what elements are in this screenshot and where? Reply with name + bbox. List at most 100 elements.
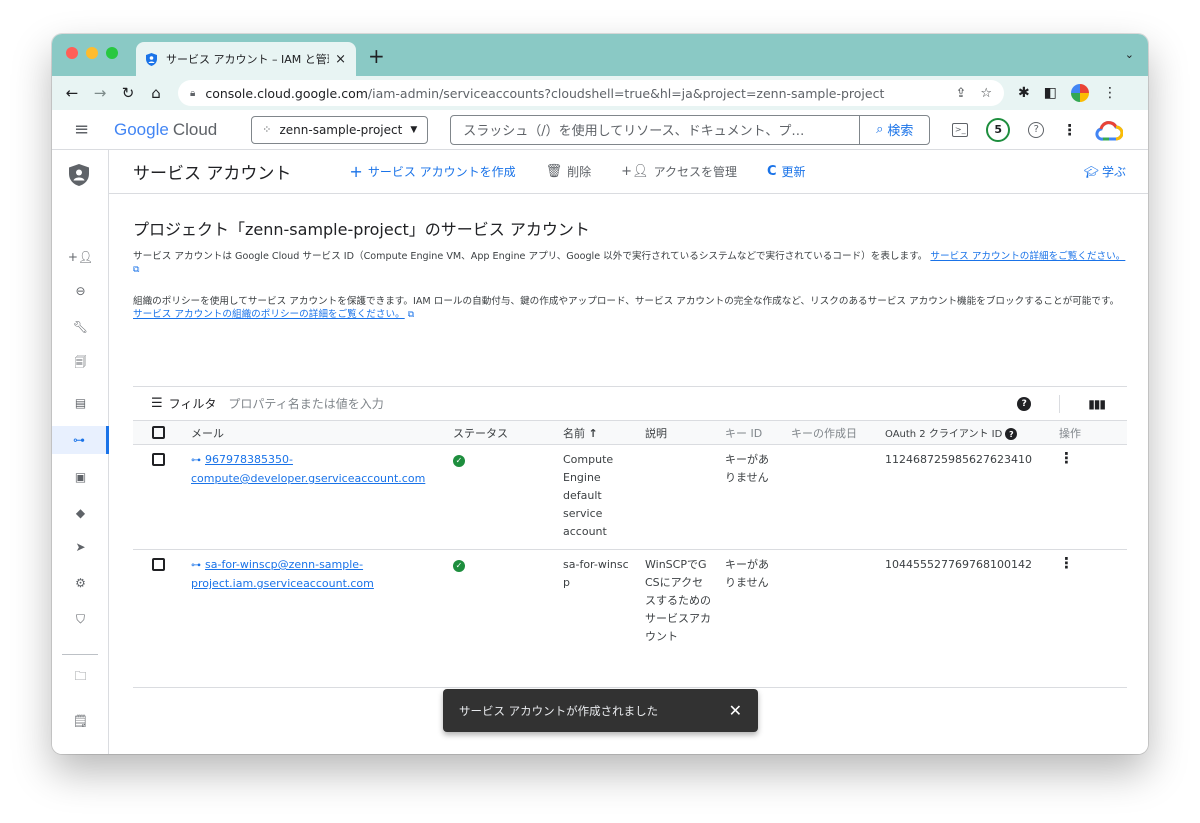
description-cell: WinSCPでGCSにアクセスするためのサービスアカウント (639, 549, 719, 688)
reload-button[interactable]: ↻ (118, 84, 138, 102)
row-actions-menu-icon[interactable]: ⋮ (1059, 449, 1074, 467)
status-cell: ✓ (447, 549, 557, 688)
project-selector[interactable]: ⁘ zenn-sample-project ▼ (251, 115, 429, 144)
delete-button[interactable]: 🗑︎ 削除 (546, 163, 592, 180)
tab-close-button[interactable]: × (335, 52, 346, 67)
email-link[interactable]: sa-for-winscp@zenn-sample-project.iam.gs… (191, 558, 374, 590)
share-icon[interactable]: ⇪ (955, 86, 966, 101)
nav-identity-icon[interactable]: ⊖ (52, 280, 109, 302)
google-cloud-logo[interactable]: Google Cloud (114, 120, 217, 140)
key-id-cell: キーがありません (719, 444, 785, 550)
email-link[interactable]: 967978385350- compute@developer.gservicea… (191, 453, 425, 485)
iam-shield-icon[interactable] (69, 164, 89, 186)
select-all-checkbox[interactable] (152, 425, 165, 439)
nav-iam-add-person-icon[interactable]: +👤︎ (52, 246, 109, 268)
column-display-icon[interactable]: ▮▮▮ (1088, 397, 1106, 411)
project-name: zenn-sample-project (279, 122, 403, 137)
org-policy-link[interactable]: サービス アカウントの組織のポリシーの詳細をご覧ください。 (133, 309, 405, 320)
nav-tag-icon[interactable]: ◆ (52, 502, 109, 524)
filter-help-icon[interactable]: ? (1017, 396, 1032, 411)
create-service-account-button[interactable]: + サービス アカウントを作成 (349, 162, 515, 181)
nav-service-accounts-icon[interactable]: ⊶ (52, 426, 109, 454)
toast-close-icon[interactable]: ✕ (729, 701, 742, 720)
back-button[interactable]: ← (62, 84, 82, 102)
nav-security-shield-icon[interactable]: ⛉ (52, 608, 109, 630)
filter-input[interactable]: プロパティ名または値を入力 (228, 395, 383, 412)
browser-toolbar: ← → ↻ ⌂ 🔒︎ console.cloud.google.com/iam-… (52, 76, 1148, 110)
search-box[interactable]: スラッシュ（/）を使用してリソース、ドキュメント、プ… ⌕ 検索 (450, 114, 931, 145)
close-window-button[interactable] (66, 47, 78, 59)
learn-button[interactable]: 🎓︎ 学ぶ (1084, 163, 1126, 180)
nav-card-icon[interactable]: ▣ (52, 466, 109, 488)
bookmark-star-icon[interactable]: ☆ (980, 86, 992, 101)
search-input[interactable]: スラッシュ（/）を使用してリソース、ドキュメント、プ… (451, 120, 859, 139)
nav-label-icon[interactable]: ➤ (52, 536, 109, 558)
help-icon[interactable]: ? (1028, 121, 1045, 138)
table-header-row: メール ステータス 名前 ↑ 説明 キー ID キーの作成日 OAuth 2 ク… (133, 420, 1127, 445)
col-name-label: 名前 (563, 426, 585, 440)
search-button[interactable]: ⌕ 検索 (859, 115, 929, 144)
nav-release-notes-icon[interactable]: 🗒 (52, 710, 109, 732)
oauth-help-icon[interactable]: ? (1005, 428, 1018, 440)
col-oauth-id[interactable]: OAuth 2 クライアント ID? (879, 420, 1053, 445)
col-description[interactable]: 説明 (639, 420, 719, 445)
browser-menu-icon[interactable]: ⋮ (1103, 85, 1117, 101)
google-cloud-icon[interactable] (1095, 120, 1124, 141)
profile-avatar[interactable] (1070, 84, 1089, 102)
nav-list-icon[interactable]: ▤ (52, 392, 109, 414)
learn-service-accounts-link[interactable]: サービス アカウントの詳細をご覧ください。 (930, 251, 1125, 262)
description-cell (639, 444, 719, 550)
col-email[interactable]: メール (185, 420, 447, 445)
nav-divider (62, 654, 98, 655)
filter-bar[interactable]: ☰ フィルタ プロパティ名または値を入力 ? ▮▮▮ (133, 386, 1127, 420)
extensions-puzzle-icon[interactable]: ✱ (1018, 85, 1030, 101)
create-label: サービス アカウントを作成 (367, 165, 516, 179)
cloud-shell-icon[interactable]: >_ (952, 122, 969, 137)
main-content: サービス アカウント + サービス アカウントを作成 🗑︎ 削除 +👤︎ アクセスを管… (109, 150, 1148, 754)
col-key-created[interactable]: キーの作成日 (785, 420, 879, 445)
school-cap-icon: 🎓︎ (1083, 164, 1099, 179)
row-select-cell (133, 444, 185, 550)
notifications-badge[interactable]: 5 (986, 117, 1011, 142)
row-checkbox[interactable] (152, 453, 165, 466)
key-id-cell: キーがありません (719, 549, 785, 688)
manage-access-button[interactable]: +👤︎ アクセスを管理 (621, 163, 737, 180)
check-circle-icon: ✓ (453, 455, 465, 467)
more-menu-icon[interactable]: ⋮ (1062, 121, 1077, 139)
service-accounts-table: メール ステータス 名前 ↑ 説明 キー ID キーの作成日 OAuth 2 ク… (133, 420, 1127, 688)
col-key-id[interactable]: キー ID (719, 420, 785, 445)
nav-policy-icon[interactable]: 🗐 (52, 352, 109, 374)
col-status[interactable]: ステータス (447, 420, 557, 445)
new-tab-button[interactable]: + (368, 46, 385, 66)
table-row: ⊶ 967978385350- compute@developer.gservice… (133, 444, 1127, 550)
browser-tab-active[interactable]: サービス アカウント – IAM と管理 × (136, 42, 356, 76)
oauth-id-cell: 104455527769768100142 (879, 549, 1053, 688)
browser-window: サービス アカウント – IAM と管理 × + ⌄ ← → ↻ ⌂ 🔒︎ co… (52, 34, 1148, 754)
name-cell: sa-for-winscp (557, 549, 639, 688)
nav-settings-gear-icon[interactable]: ⚙ (52, 572, 109, 594)
col-name[interactable]: 名前 ↑ (557, 420, 639, 445)
row-actions-menu-icon[interactable]: ⋮ (1059, 554, 1074, 572)
nav-wrench-icon[interactable]: 🔧︎ (52, 316, 109, 338)
logo-cloud: Cloud (172, 119, 218, 139)
action-bar: サービス アカウント + サービス アカウントを作成 🗑︎ 削除 +👤︎ アクセスを管… (109, 150, 1148, 194)
shield-icon (146, 52, 158, 66)
key-created-cell (785, 549, 879, 688)
maximize-window-button[interactable] (106, 47, 118, 59)
delete-label: 削除 (567, 165, 592, 179)
filter-icon: ☰ (151, 396, 163, 411)
hamburger-menu-icon[interactable]: ≡ (74, 119, 94, 140)
row-checkbox[interactable] (152, 558, 165, 571)
sidepanel-icon[interactable]: ◧ (1044, 85, 1057, 101)
lock-icon: 🔒︎ (190, 87, 196, 99)
address-bar[interactable]: 🔒︎ console.cloud.google.com/iam-admin/se… (178, 80, 1004, 106)
home-button[interactable]: ⌂ (146, 84, 166, 102)
nav-folder-settings-icon[interactable]: 🗀 (52, 666, 109, 688)
row-select-cell (133, 549, 185, 688)
status-cell: ✓ (447, 444, 557, 550)
chevron-down-icon[interactable]: ⌄ (1125, 48, 1134, 61)
minimize-window-button[interactable] (86, 47, 98, 59)
refresh-button[interactable]: C 更新 (767, 163, 806, 180)
service-account-icon: ⊶ (191, 560, 201, 571)
forward-button[interactable]: → (90, 84, 110, 102)
